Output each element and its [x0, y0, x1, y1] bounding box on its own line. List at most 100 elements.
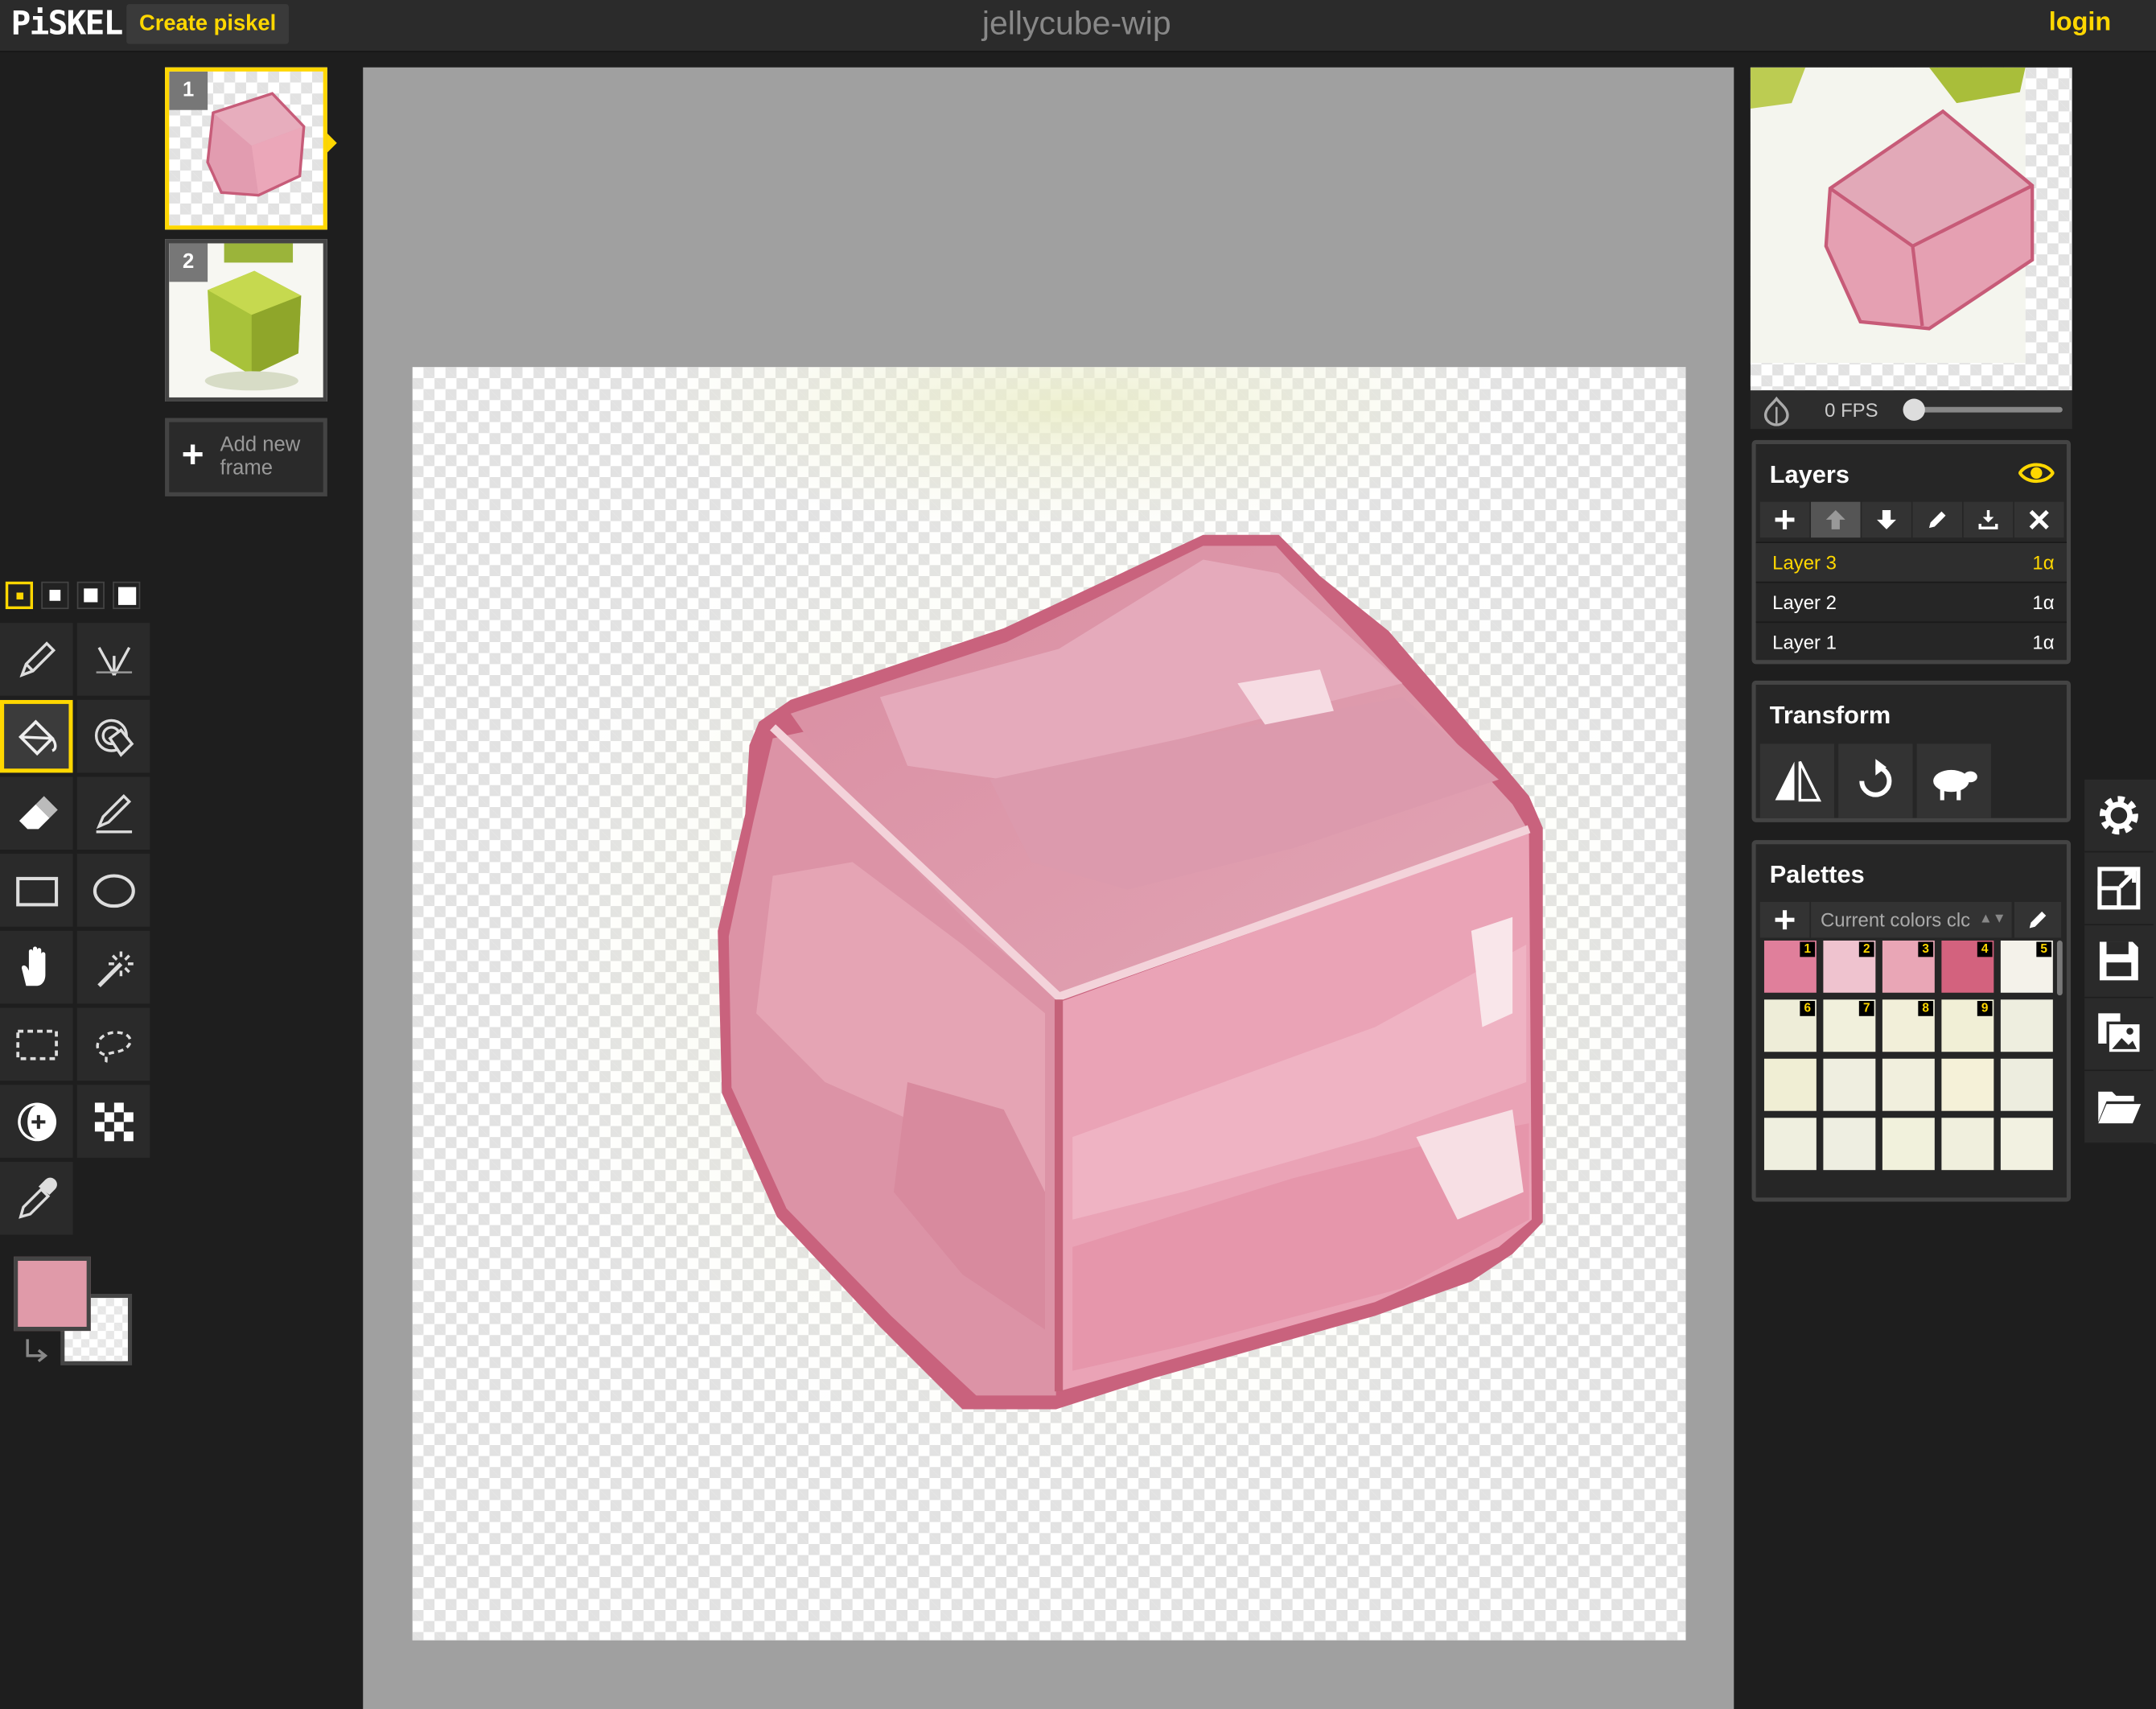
circle-tool[interactable]	[76, 854, 150, 927]
color-picker-tool[interactable]	[0, 1161, 73, 1235]
hand-icon	[21, 945, 45, 986]
palette-swatch[interactable]: 4	[1941, 940, 1994, 993]
palette-swatch[interactable]	[1882, 1058, 1935, 1111]
palette-swatch[interactable]: 2	[1823, 940, 1876, 993]
palette-swatch[interactable]	[2000, 1118, 2053, 1171]
primary-color-swatch[interactable]	[14, 1256, 91, 1332]
clone-frame-button[interactable]	[1916, 743, 1991, 818]
rectangle-selection-icon	[15, 1028, 58, 1060]
paint-bucket-tool[interactable]	[0, 699, 73, 773]
palette-swatch[interactable]: 7	[1823, 999, 1876, 1052]
palette-swatch[interactable]	[1823, 1058, 1876, 1111]
palette-swatch[interactable]: 3	[1882, 940, 1935, 993]
swap-colors-icon[interactable]	[22, 1336, 52, 1367]
transform-buttons	[1759, 743, 1991, 818]
palette-swatch[interactable]	[2000, 1058, 2053, 1111]
frame-thumbnail-1[interactable]: 1	[165, 67, 327, 230]
drawing-canvas[interactable]	[412, 367, 1686, 1641]
palette-swatch[interactable]: 9	[1941, 999, 1994, 1052]
palette-swatch[interactable]	[2000, 999, 2053, 1052]
palette-swatch[interactable]: 8	[1882, 999, 1935, 1052]
resize-icon	[2097, 867, 2141, 910]
eyedropper-icon	[18, 1176, 57, 1218]
pen-size-1[interactable]	[5, 581, 34, 609]
pen-size-2[interactable]	[41, 581, 69, 609]
shape-selection-tool[interactable]	[76, 930, 150, 1004]
piskel-logo[interactable]: PiSKEL	[11, 4, 124, 43]
onion-skin-icon[interactable]	[1761, 396, 1792, 426]
frame-number: 2	[169, 243, 208, 282]
pen-size-3[interactable]	[76, 581, 105, 609]
layer-item[interactable]: Layer 1 1α	[1755, 621, 2067, 661]
palette-swatch[interactable]	[1941, 1118, 1994, 1171]
edit-palette-button[interactable]	[2014, 901, 2062, 938]
palette-swatch[interactable]	[1882, 1118, 1935, 1171]
layer-opacity[interactable]: 1α	[2032, 583, 2054, 622]
settings-button[interactable]	[2084, 779, 2154, 853]
add-new-frame-button[interactable]: + Add new frame	[165, 418, 327, 496]
plus-icon: +	[181, 433, 204, 476]
add-frame-label-line2: frame	[220, 456, 274, 480]
rotate-button[interactable]	[1838, 743, 1913, 818]
layer-opacity[interactable]: 1α	[2032, 543, 2054, 582]
pencil-icon	[1929, 511, 1946, 529]
layer-name: Layer 3	[1772, 551, 1837, 574]
export-button[interactable]	[2084, 998, 2154, 1072]
palette-scrollbar[interactable]	[2056, 940, 2063, 996]
add-frame-label-line1: Add new	[220, 433, 301, 457]
palette-swatch[interactable]: 5	[2000, 940, 2053, 993]
transform-panel: Transform	[1751, 680, 2072, 822]
export-image-icon	[2098, 1013, 2140, 1052]
settings-sidebar	[2084, 779, 2156, 1144]
palette-swatch[interactable]	[1763, 1118, 1817, 1171]
open-button[interactable]	[2084, 1071, 2154, 1144]
palette-swatch[interactable]	[1763, 1058, 1817, 1111]
paint-all-same-color-tool[interactable]	[76, 699, 150, 773]
pen-size-4[interactable]	[113, 581, 141, 609]
animation-preview[interactable]	[1750, 67, 2072, 391]
add-palette-button[interactable]	[1759, 901, 1810, 938]
fps-slider-track[interactable]	[1904, 406, 2063, 413]
save-button[interactable]	[2084, 925, 2154, 999]
delete-layer-button[interactable]	[2014, 501, 2064, 538]
layer-item[interactable]: Layer 2 1α	[1755, 581, 2067, 622]
resize-button[interactable]	[2084, 852, 2154, 926]
add-layer-button[interactable]	[1759, 501, 1810, 538]
palette-swatch[interactable]: 1	[1763, 940, 1817, 993]
stroke-tool[interactable]	[76, 776, 150, 850]
pen-size-selector	[5, 581, 141, 609]
dithering-tool[interactable]	[76, 1085, 150, 1158]
merge-layer-button[interactable]	[1963, 501, 2014, 538]
move-layer-up-button[interactable]	[1811, 501, 1861, 538]
flip-button[interactable]	[1759, 743, 1835, 818]
create-piskel-button[interactable]: Create piskel	[126, 4, 289, 44]
rename-layer-button[interactable]	[1912, 501, 1963, 538]
pen-tool[interactable]	[0, 623, 73, 696]
rectangle-selection-tool[interactable]	[0, 1007, 73, 1081]
move-tool[interactable]	[0, 930, 73, 1004]
select-arrows-icon: ▲▼	[1978, 911, 2006, 927]
document-title[interactable]: jellycube-wip	[839, 6, 1315, 44]
palettes-panel: Palettes Current colors clc ▲▼ 1 2 3 4 5 6 7 8 9	[1751, 840, 2072, 1202]
palette-selected-value: Current colors clc	[1820, 908, 1971, 931]
eraser-tool[interactable]	[0, 776, 73, 850]
move-layer-down-button[interactable]	[1862, 501, 1911, 538]
frame-thumbnail-2[interactable]: 2	[165, 239, 327, 402]
fps-slider-thumb[interactable]	[1903, 398, 1925, 421]
layer-opacity[interactable]: 1α	[2032, 623, 2054, 661]
lighten-icon	[17, 1102, 56, 1141]
palette-swatch[interactable]	[1941, 1058, 1994, 1111]
frame-number: 1	[169, 71, 208, 110]
palette-swatch[interactable]	[1823, 1118, 1876, 1171]
top-bar: PiSKEL Create piskel jellycube-wip login	[0, 0, 2156, 52]
layer-item[interactable]: Layer 3 1α	[1755, 542, 2067, 582]
login-link[interactable]: login	[2049, 8, 2112, 39]
vertical-mirror-pen-tool[interactable]	[76, 623, 150, 696]
rectangle-tool[interactable]	[0, 854, 73, 927]
selected-frame-indicator	[327, 133, 337, 153]
lighten-tool[interactable]	[0, 1085, 73, 1158]
lasso-selection-tool[interactable]	[76, 1007, 150, 1081]
palette-select[interactable]: Current colors clc ▲▼	[1811, 901, 2012, 938]
palette-swatch[interactable]: 6	[1763, 999, 1817, 1052]
toggle-layer-preview-eye-icon[interactable]	[2018, 460, 2055, 485]
